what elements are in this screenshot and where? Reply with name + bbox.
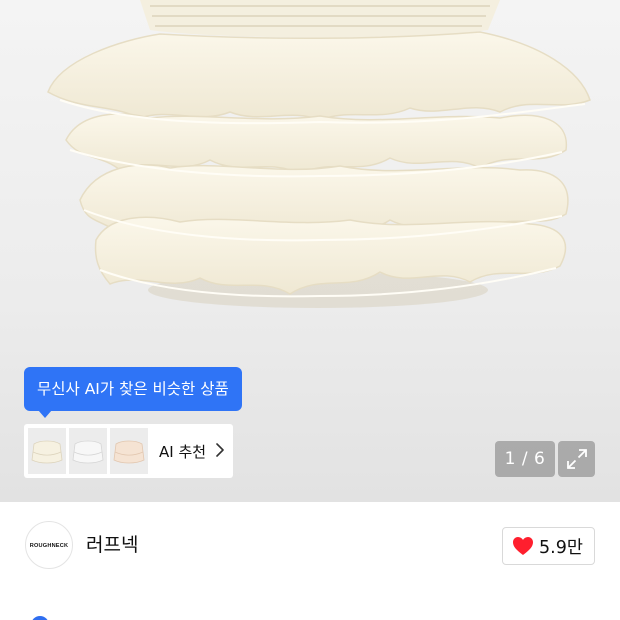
info-badge-icon — [31, 616, 49, 620]
ai-recommend-label: AI 추천 — [159, 442, 207, 461]
expand-image-button[interactable] — [558, 441, 595, 477]
ai-recommend-button[interactable]: AI 추천 — [24, 424, 233, 478]
like-count: 5.9만 — [539, 537, 583, 558]
ai-thumbnail-3 — [110, 428, 148, 474]
expand-icon — [567, 449, 587, 469]
ai-thumbnail-2 — [69, 428, 107, 474]
brand-logo[interactable]: ROUGHNECK — [25, 521, 73, 569]
brand-logo-text: ROUGHNECK — [29, 543, 69, 549]
product-image-gallery[interactable]: 무신사 AI가 찾은 비슷한 상품 AI 추천 1 / 6 — [0, 0, 620, 502]
product-info-section — [0, 588, 620, 620]
brand-name[interactable]: 러프넥 — [86, 533, 138, 557]
chevron-right-icon — [216, 443, 224, 457]
page-indicator-text: 1 / 6 — [504, 449, 546, 469]
heart-icon — [513, 537, 533, 555]
ai-thumbnail-1 — [28, 428, 66, 474]
ai-tooltip-text: 무신사 AI가 찾은 비슷한 상품 — [37, 380, 229, 398]
ai-similar-products-tooltip: 무신사 AI가 찾은 비슷한 상품 — [24, 367, 242, 418]
page-indicator: 1 / 6 — [495, 441, 555, 477]
brand-row: ROUGHNECK 러프넥 5.9만 — [0, 502, 620, 588]
like-button[interactable]: 5.9만 — [502, 527, 595, 565]
